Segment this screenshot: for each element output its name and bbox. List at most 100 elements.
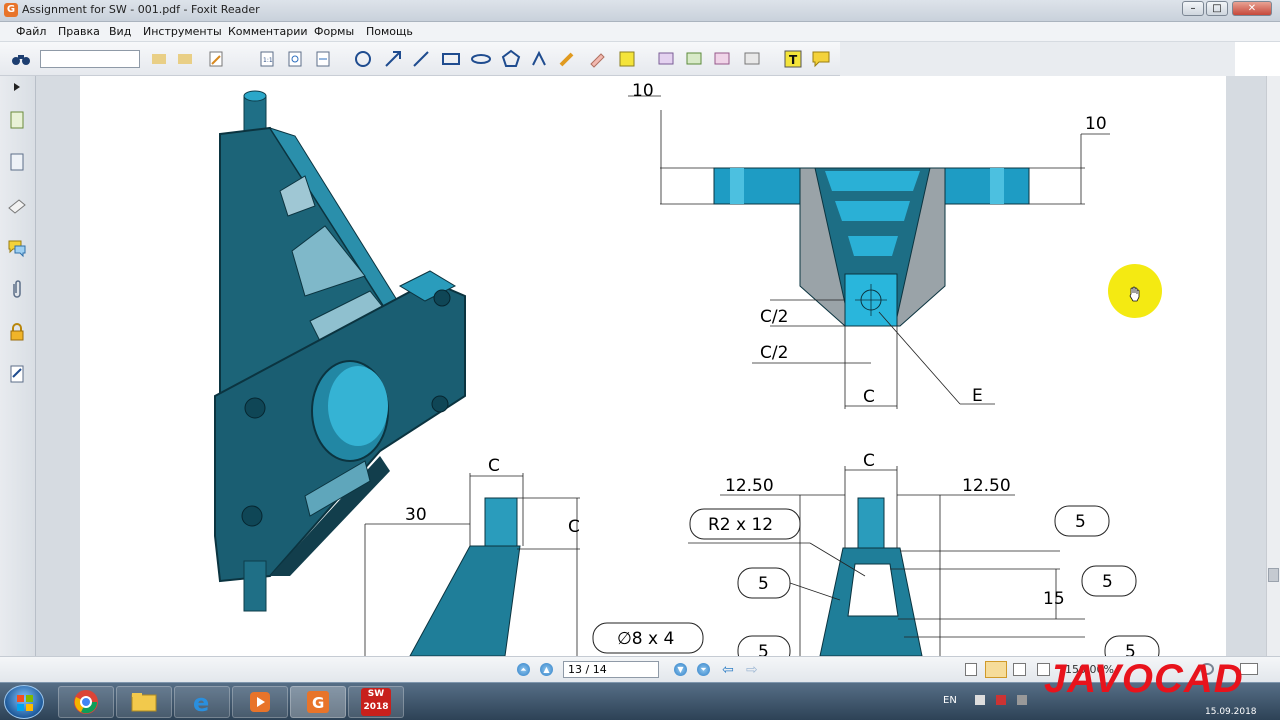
- dim-c-front: C: [863, 387, 875, 407]
- explorer-taskbar-icon[interactable]: [116, 686, 172, 718]
- eraser-tool-icon[interactable]: [586, 49, 608, 69]
- layers-panel-icon[interactable]: [6, 150, 28, 174]
- label-radius: R2 x 12: [708, 515, 773, 535]
- continuous-page-icon[interactable]: [985, 661, 1007, 678]
- oval-tool-icon[interactable]: [470, 49, 492, 69]
- pages-panel-icon[interactable]: [6, 108, 28, 132]
- facing-page-icon[interactable]: [1013, 663, 1026, 676]
- tray-network-icon[interactable]: [975, 695, 985, 705]
- isometric-part-view: [214, 90, 466, 612]
- fit-page-icon[interactable]: [284, 49, 306, 69]
- dim-side-c-right: C: [568, 517, 580, 537]
- label-five-2: 5: [758, 642, 769, 656]
- next-page-icon[interactable]: ▼: [674, 663, 687, 676]
- scrollbar-thumb[interactable]: [1268, 568, 1279, 582]
- navigation-panel: [0, 76, 36, 656]
- attachments-panel-icon[interactable]: [6, 278, 28, 302]
- find-input[interactable]: [40, 50, 140, 68]
- menu-comments[interactable]: Комментарии: [228, 25, 308, 38]
- menu-bar: Файл Правка Вид Инструменты Комментарии …: [0, 22, 1280, 42]
- pencil-tool-icon[interactable]: [556, 49, 578, 69]
- label-five-3: 5: [1075, 512, 1086, 532]
- foxit-app-icon: G: [4, 3, 18, 17]
- line-tool-icon[interactable]: [410, 49, 432, 69]
- arrow-tool-icon[interactable]: [382, 49, 404, 69]
- cloud-tool-icon[interactable]: [528, 49, 550, 69]
- fit-width-icon[interactable]: [312, 49, 334, 69]
- select-text-icon[interactable]: [206, 49, 228, 69]
- svg-text:G: G: [312, 694, 324, 712]
- minimize-button[interactable]: –: [1182, 1, 1204, 16]
- dim-top-left: 10: [632, 81, 654, 101]
- prev-page-icon[interactable]: ▲: [540, 663, 553, 676]
- first-page-icon[interactable]: ⏶: [517, 663, 530, 676]
- dim-bot-1250-right: 12.50: [962, 476, 1011, 496]
- window-title: Assignment for SW - 001.pdf - Foxit Read…: [22, 3, 260, 16]
- label-five-1: 5: [758, 574, 769, 594]
- page-number-input[interactable]: 13 / 14: [563, 661, 659, 678]
- tray-app-icon[interactable]: [996, 695, 1006, 705]
- find-next-icon[interactable]: [174, 49, 196, 69]
- svg-text:e: e: [193, 689, 209, 715]
- page-gutter-right: [1226, 76, 1266, 656]
- label-hole: ∅8 x 4: [617, 629, 674, 649]
- title-bar: G Assignment for SW - 001.pdf - Foxit Re…: [0, 0, 1280, 22]
- close-button[interactable]: ✕: [1232, 1, 1272, 16]
- ie-taskbar-icon[interactable]: e: [174, 686, 230, 718]
- comments-panel-icon[interactable]: [6, 236, 28, 260]
- media-player-taskbar-icon[interactable]: [232, 686, 288, 718]
- tray-flag-icon[interactable]: [1017, 695, 1027, 705]
- start-button[interactable]: [4, 685, 44, 719]
- polygon-tool-icon[interactable]: [500, 49, 522, 69]
- dim-side-c-top: C: [488, 456, 500, 476]
- tray-date[interactable]: 15.09.2018: [1205, 707, 1257, 717]
- dim-bot-c: C: [863, 451, 875, 471]
- page-gutter-left: [36, 76, 80, 656]
- top-view: [628, 95, 1110, 409]
- forward-arrow-icon[interactable]: ⇨: [746, 662, 758, 678]
- label-e: E: [972, 386, 983, 406]
- vertical-scrollbar[interactable]: [1266, 76, 1280, 656]
- main-toolbar: 1:1 T: [0, 42, 840, 76]
- back-arrow-icon[interactable]: ⇦: [722, 662, 734, 678]
- javocad-watermark: JAVOCAD: [1044, 657, 1244, 701]
- menu-help[interactable]: Помощь: [366, 25, 413, 38]
- svg-text:1:1: 1:1: [263, 57, 273, 64]
- panel-expand-icon[interactable]: [6, 78, 28, 96]
- security-lock-icon[interactable]: [6, 320, 28, 344]
- single-page-icon[interactable]: [965, 663, 977, 676]
- hand-cursor-icon: [1128, 286, 1142, 305]
- typewriter-tool-icon[interactable]: T: [782, 49, 804, 69]
- pdf-page[interactable]: 10 10 C/2 C/2 C E C 30 C ∅8 x 4 C 12.50 …: [80, 76, 1226, 656]
- menu-tools[interactable]: Инструменты: [143, 25, 222, 38]
- bookmarks-panel-icon[interactable]: [6, 194, 28, 218]
- find-prev-icon[interactable]: [148, 49, 170, 69]
- note-tool-icon[interactable]: [810, 49, 832, 69]
- chrome-taskbar-icon[interactable]: [58, 686, 114, 718]
- toolbar-background: [840, 42, 1235, 76]
- solidworks-taskbar-icon[interactable]: SW 2018: [348, 686, 404, 718]
- attach-sound-icon[interactable]: [712, 49, 734, 69]
- rectangle-tool-icon[interactable]: [440, 49, 462, 69]
- foxit-taskbar-icon[interactable]: G: [290, 686, 346, 718]
- circle-tool-icon[interactable]: [352, 49, 374, 69]
- language-indicator[interactable]: EN: [943, 695, 957, 706]
- last-page-icon[interactable]: ⏷: [697, 663, 710, 676]
- attach-file-icon[interactable]: [684, 49, 706, 69]
- label-five-4: 5: [1102, 572, 1113, 592]
- svg-text:T: T: [789, 53, 798, 67]
- maximize-button[interactable]: □: [1206, 1, 1228, 16]
- menu-edit[interactable]: Правка: [58, 25, 100, 38]
- signature-panel-icon[interactable]: [6, 362, 28, 386]
- menu-view[interactable]: Вид: [109, 25, 131, 38]
- dim-bot-1250-left: 12.50: [725, 476, 774, 496]
- menu-forms[interactable]: Формы: [314, 25, 354, 38]
- image-tool-icon[interactable]: [742, 49, 764, 69]
- actual-size-icon[interactable]: 1:1: [256, 49, 278, 69]
- dim-top-right: 10: [1085, 114, 1107, 134]
- find-binoculars-icon[interactable]: [10, 49, 32, 69]
- stamp-tool-icon[interactable]: [656, 49, 678, 69]
- highlight-tool-icon[interactable]: [616, 49, 638, 69]
- menu-file[interactable]: Файл: [16, 25, 46, 38]
- dim-c-half-1: C/2: [760, 307, 788, 327]
